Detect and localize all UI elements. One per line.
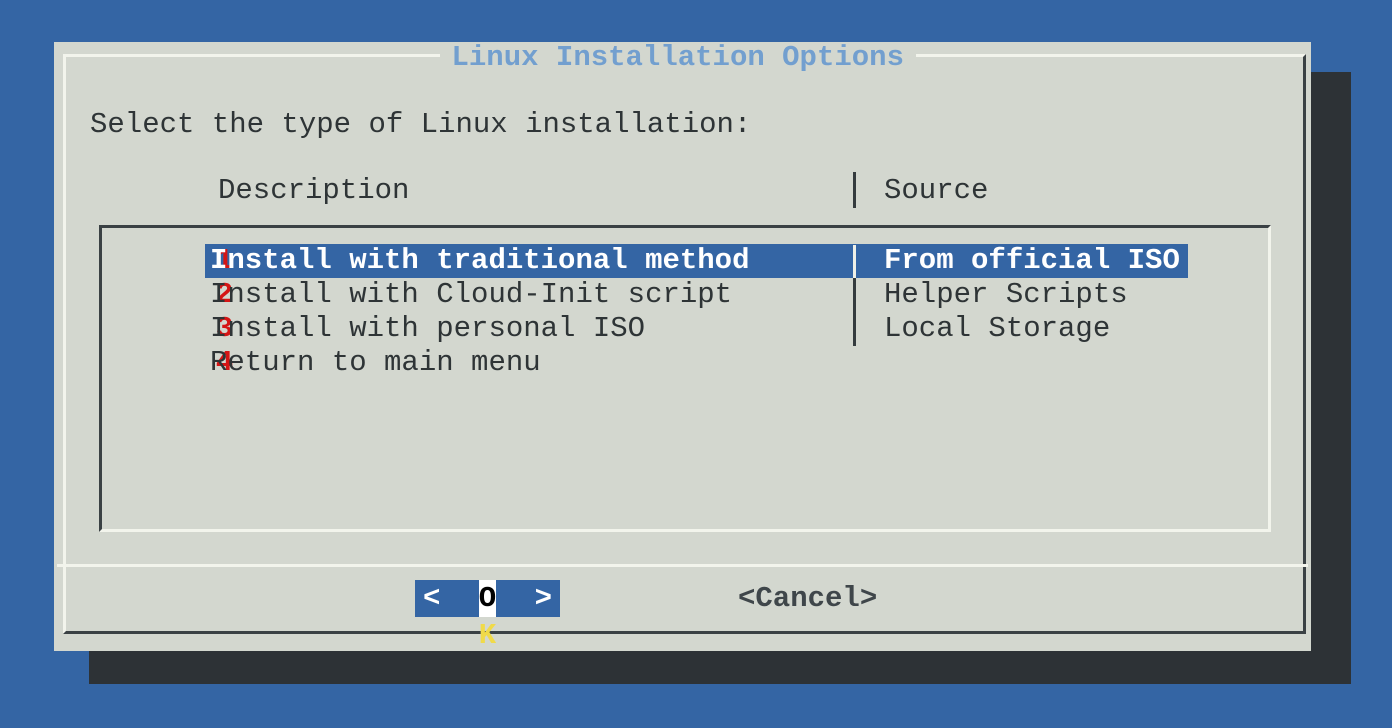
ok-close-bracket: >: [535, 580, 552, 617]
item-source: From official ISO: [884, 244, 1180, 278]
item-description: Install with personal ISO: [210, 312, 645, 346]
column-divider-rows: [853, 278, 856, 346]
dialog-window: Linux Installation Options Select the ty…: [54, 42, 1311, 651]
column-divider-header: [853, 172, 856, 208]
ok-label: OK: [479, 580, 496, 617]
menu-item-cloud-init[interactable]: 2 Install with Cloud-Init script Helper …: [54, 278, 1311, 312]
item-description: Return to main menu: [210, 346, 541, 380]
ok-cursor-char: O: [479, 580, 496, 617]
ok-button[interactable]: < OK >: [415, 580, 560, 617]
column-header-source: Source: [884, 174, 988, 208]
menu-item-personal-iso[interactable]: 3 Install with personal ISO Local Storag…: [54, 312, 1311, 346]
cancel-button[interactable]: <Cancel>: [738, 582, 877, 616]
menu-item-traditional[interactable]: 1 Install with traditional method From o…: [54, 244, 1311, 278]
item-description: Install with Cloud-Init script: [210, 278, 732, 312]
item-source: Helper Scripts: [884, 278, 1128, 312]
prompt-text: Select the type of Linux installation:: [90, 108, 751, 142]
menu-item-return-main-menu[interactable]: 4 Return to main menu: [54, 346, 1311, 380]
item-description: Install with traditional method: [210, 244, 750, 278]
terminal-screen: Linux Installation Options Select the ty…: [0, 0, 1392, 728]
button-area-separator: [57, 564, 1308, 567]
item-source: Local Storage: [884, 312, 1110, 346]
dialog-title: Linux Installation Options: [439, 42, 915, 74]
column-divider-selected-row: [853, 245, 856, 278]
column-header-description: Description: [218, 174, 409, 208]
ok-hotkey-char: K: [479, 617, 496, 654]
ok-open-bracket: <: [423, 580, 440, 617]
